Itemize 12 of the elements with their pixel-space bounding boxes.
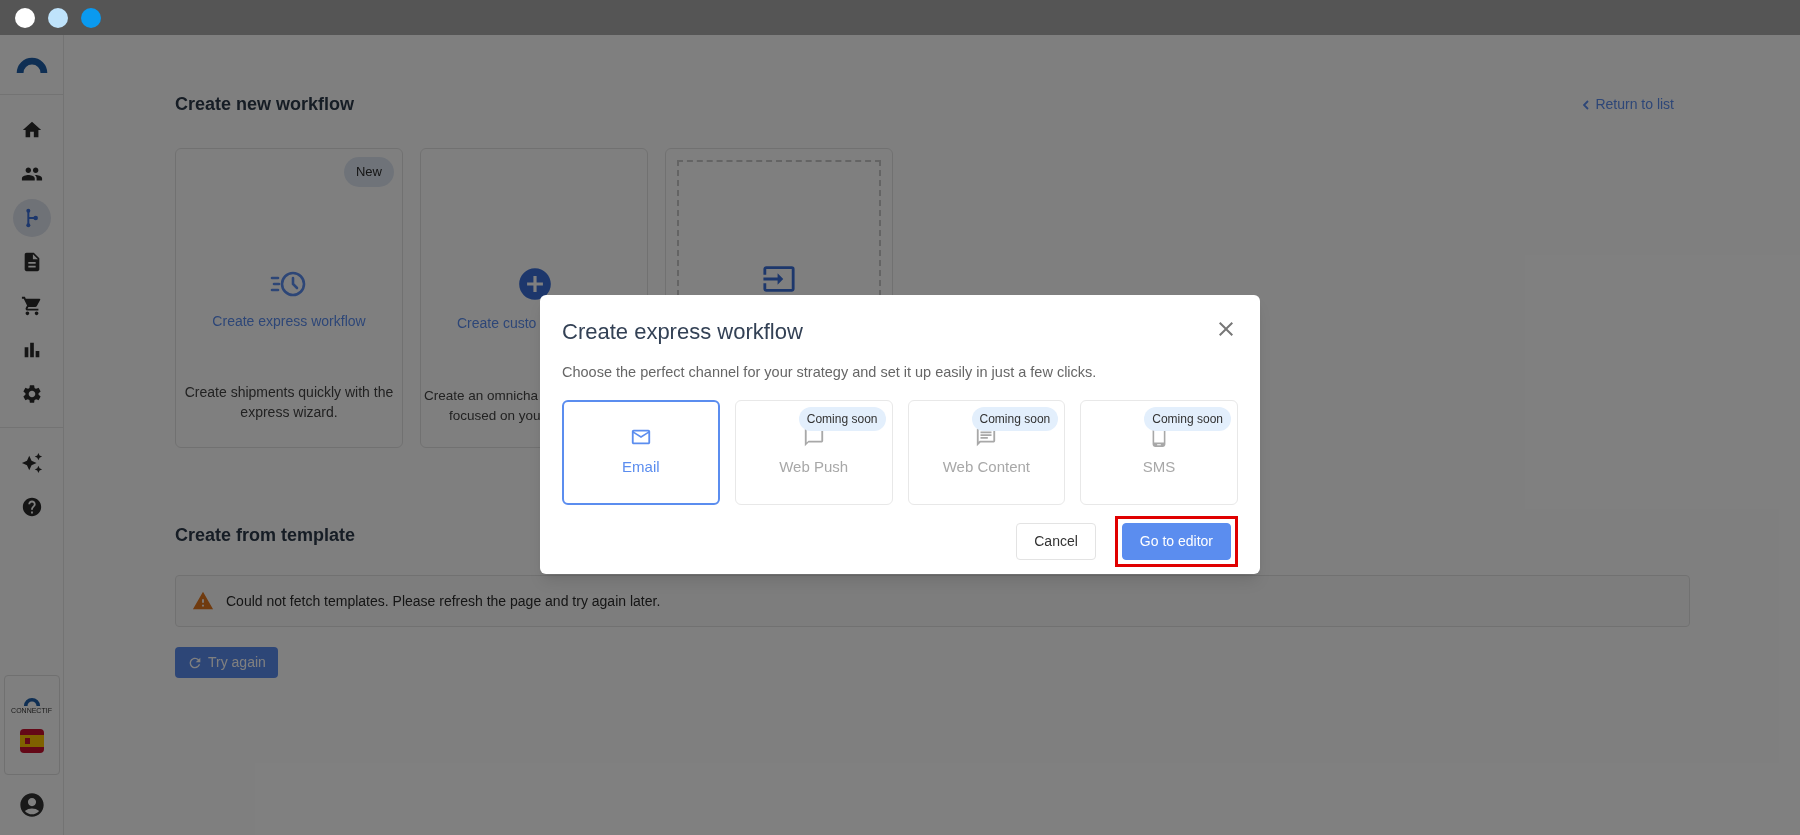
- card-title: Create custo: [457, 314, 537, 333]
- error-message: Could not fetch templates. Please refresh the page and try again later.: [226, 591, 661, 611]
- coming-soon-badge: Coming soon: [1144, 406, 1231, 431]
- section-title: Create from template: [175, 524, 356, 547]
- new-badge: New: [344, 157, 394, 187]
- card-description: Create an omnicha: [424, 387, 539, 405]
- coming-soon-badge: Coming soon: [971, 406, 1059, 431]
- coming-soon-badge: Coming soon: [798, 406, 886, 431]
- card-description: Create shipments quickly with the express wizard.: [183, 383, 395, 422]
- card-description: focused on you: [449, 407, 541, 425]
- card-title: Create express workflow: [212, 312, 366, 331]
- page-title: Create new workflow: [175, 93, 355, 116]
